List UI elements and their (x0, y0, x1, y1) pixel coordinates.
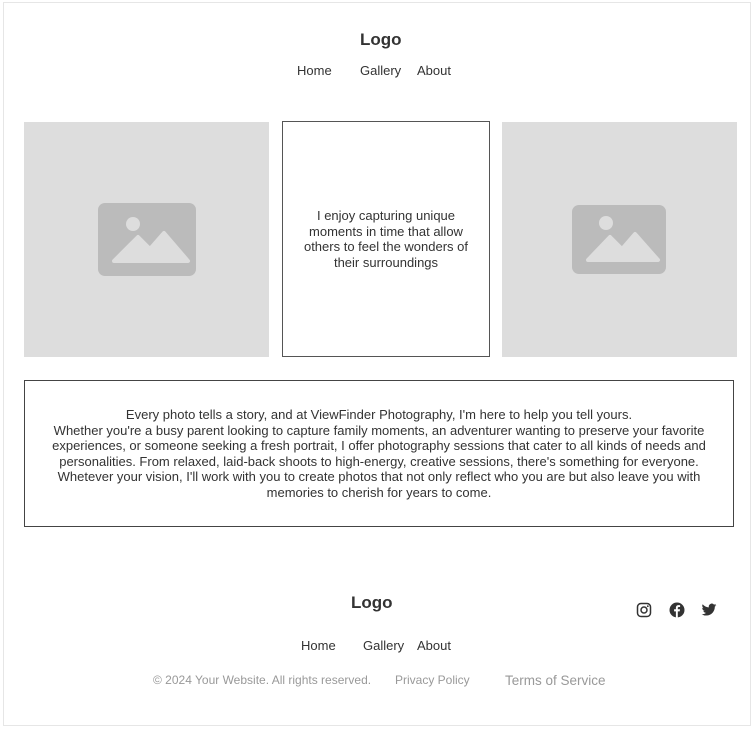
story-intro: Every photo tells a story, and at ViewFi… (125, 407, 633, 422)
privacy-policy-link[interactable]: Privacy Policy (395, 673, 470, 687)
nav-about-link[interactable]: About (417, 63, 451, 78)
about-card: I enjoy capturing unique moments in time… (282, 121, 490, 357)
header-logo[interactable]: Logo (360, 30, 402, 50)
nav-gallery-link[interactable]: Gallery (360, 63, 401, 78)
gallery-image-left (24, 122, 269, 357)
privacy-policy-link-wrap: Privacy Policy (395, 673, 470, 687)
footer-nav-gallery-link[interactable]: Gallery (363, 638, 404, 653)
terms-of-service-link-wrap: Terms of Service (505, 673, 606, 688)
story-body: Whether you're a busy parent looking to … (52, 422, 706, 500)
instagram-icon[interactable] (635, 601, 653, 619)
story-section: Every photo tells a story, and at ViewFi… (24, 380, 734, 527)
footer-logo[interactable]: Logo (351, 593, 393, 613)
twitter-icon[interactable] (700, 601, 718, 619)
terms-of-service-link[interactable]: Terms of Service (505, 673, 606, 688)
gallery-image-right (502, 122, 737, 357)
copyright-text: © 2024 Your Website. All rights reserved… (153, 673, 372, 687)
about-card-text: I enjoy capturing unique moments in time… (303, 208, 469, 270)
image-placeholder-icon (572, 205, 666, 274)
image-placeholder-icon (98, 203, 196, 276)
footer-nav-about-link[interactable]: About (417, 638, 451, 653)
facebook-icon[interactable] (668, 601, 686, 619)
footer-nav-home-link[interactable]: Home (301, 638, 336, 653)
nav-home-link[interactable]: Home (297, 63, 332, 78)
